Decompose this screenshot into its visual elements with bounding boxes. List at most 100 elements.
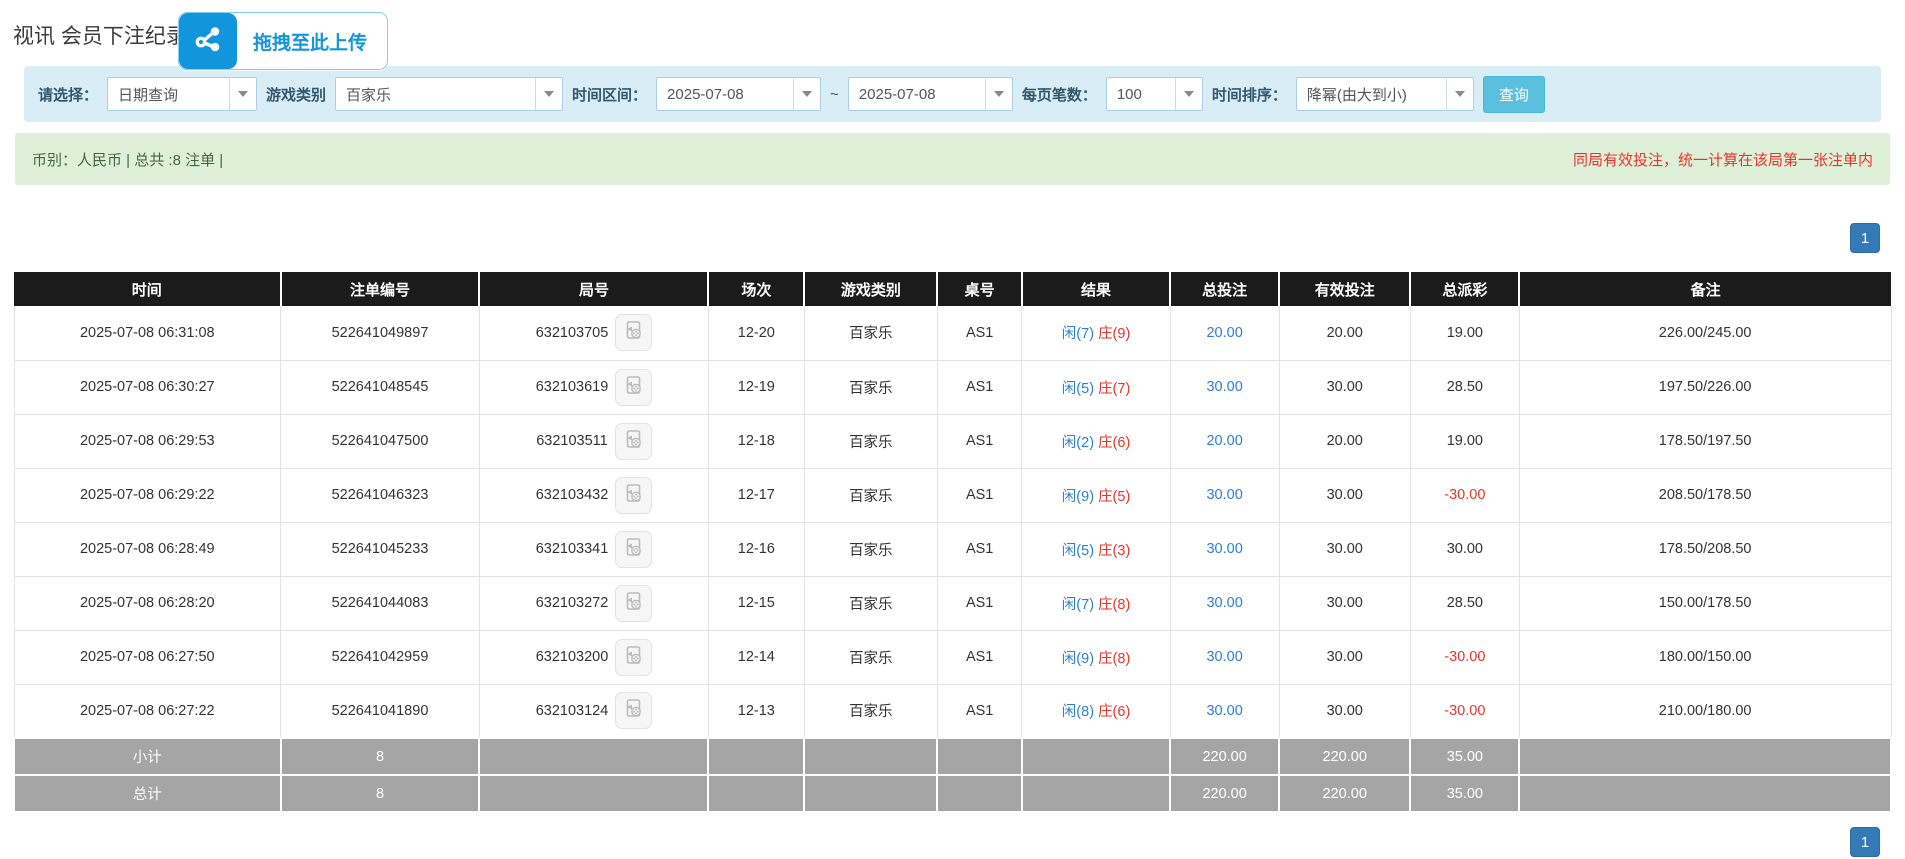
column-header-5: 游戏类别 bbox=[804, 272, 937, 306]
total-row-cell-6 bbox=[937, 775, 1021, 812]
game-type-select[interactable]: 百家乐 bbox=[335, 77, 563, 111]
table-row: 2025-07-08 06:28:20522641044083632103272… bbox=[14, 576, 1891, 630]
cell-payout: 19.00 bbox=[1410, 414, 1519, 468]
result-player: 闲(7) bbox=[1062, 597, 1094, 613]
cell-valid-bet: 20.00 bbox=[1279, 306, 1410, 360]
table-row: 2025-07-08 06:31:08522641049897 632103705… bbox=[14, 306, 1891, 360]
cell-game-type: 百家乐 bbox=[804, 468, 937, 522]
video-replay-button[interactable] bbox=[615, 477, 652, 514]
cell-game-type: 百家乐 bbox=[804, 684, 937, 738]
query-type-select[interactable]: 日期查询 bbox=[107, 77, 257, 111]
cell-bet-id: 522641045233 bbox=[281, 522, 480, 576]
query-type-dropdown-arrow[interactable] bbox=[229, 78, 256, 110]
video-replay-button[interactable] bbox=[615, 423, 652, 460]
result-banker: 庄(6) bbox=[1098, 704, 1130, 720]
page-1-button[interactable]: 1 bbox=[1850, 827, 1880, 857]
subtotal-row-cell-3 bbox=[479, 738, 708, 775]
chevron-down-icon bbox=[1184, 91, 1194, 97]
info-bar: 币别：人民币 | 总共 :8 注单 | 同局有效投注，统一计算在该局第一张注单内 bbox=[15, 133, 1890, 185]
upload-icon-box bbox=[179, 13, 237, 69]
cell-time: 2025-07-08 06:31:08 bbox=[14, 306, 281, 360]
total-bet-link[interactable]: 30.00 bbox=[1206, 487, 1242, 503]
round-number: 632103432 bbox=[536, 487, 609, 503]
date-from-select[interactable]: 2025-07-08 bbox=[656, 77, 821, 111]
total-row-cell-2: 8 bbox=[281, 775, 480, 812]
date-from-dropdown-arrow[interactable] bbox=[793, 78, 820, 110]
video-file-icon bbox=[623, 645, 644, 670]
chevron-down-icon bbox=[544, 91, 554, 97]
cell-result: 闲(8) 庄(6) bbox=[1022, 684, 1170, 738]
total-row-cell-1: 总计 bbox=[14, 775, 281, 812]
game-type-label: 游戏类别 bbox=[266, 84, 326, 105]
video-replay-button[interactable] bbox=[615, 585, 652, 622]
total-row: 总计8220.00220.0035.00 bbox=[14, 775, 1891, 812]
cell-valid-bet: 30.00 bbox=[1279, 630, 1410, 684]
page-size-select[interactable]: 100 bbox=[1106, 77, 1203, 111]
page-1-button[interactable]: 1 bbox=[1850, 223, 1880, 253]
total-row-cell-10: 35.00 bbox=[1410, 775, 1519, 812]
column-header-10: 总派彩 bbox=[1410, 272, 1519, 306]
total-row-cell-5 bbox=[804, 775, 937, 812]
cell-payout: -30.00 bbox=[1410, 630, 1519, 684]
search-button[interactable]: 查询 bbox=[1483, 76, 1545, 113]
cell-session: 12-13 bbox=[708, 684, 804, 738]
cell-time: 2025-07-08 06:29:22 bbox=[14, 468, 281, 522]
date-from-value: 2025-07-08 bbox=[657, 86, 793, 103]
video-replay-button[interactable] bbox=[615, 692, 652, 729]
video-replay-button[interactable] bbox=[615, 639, 652, 676]
total-bet-link[interactable]: 30.00 bbox=[1206, 541, 1242, 557]
total-bet-link[interactable]: 30.00 bbox=[1206, 649, 1242, 665]
table-header-row: 时间注单编号局号场次游戏类别桌号结果总投注有效投注总派彩备注 bbox=[14, 272, 1891, 306]
cell-total-bet: 20.00 bbox=[1170, 414, 1279, 468]
cell-result: 闲(7) 庄(9) bbox=[1022, 306, 1170, 360]
result-banker: 庄(9) bbox=[1098, 326, 1130, 342]
cell-game-type: 百家乐 bbox=[804, 576, 937, 630]
result-banker: 庄(5) bbox=[1098, 489, 1130, 505]
cell-payout: 28.50 bbox=[1410, 576, 1519, 630]
cell-table-no: AS1 bbox=[937, 630, 1021, 684]
currency-summary: 币别：人民币 | 总共 :8 注单 | bbox=[32, 149, 223, 170]
column-header-9: 有效投注 bbox=[1279, 272, 1410, 306]
page-size-value: 100 bbox=[1107, 86, 1175, 103]
result-player: 闲(9) bbox=[1062, 489, 1094, 505]
result-banker: 庄(3) bbox=[1098, 543, 1130, 559]
upload-dropzone[interactable]: 拖拽至此上传 bbox=[178, 12, 388, 70]
cell-bet-id: 522641048545 bbox=[281, 360, 480, 414]
page-size-dropdown-arrow[interactable] bbox=[1175, 78, 1202, 110]
cell-payout: -30.00 bbox=[1410, 468, 1519, 522]
video-file-icon bbox=[623, 537, 644, 562]
total-bet-link[interactable]: 20.00 bbox=[1206, 325, 1242, 341]
video-replay-button[interactable] bbox=[615, 369, 652, 406]
cell-valid-bet: 30.00 bbox=[1279, 468, 1410, 522]
result-player: 闲(8) bbox=[1062, 704, 1094, 720]
cell-round: 632103341 bbox=[479, 522, 708, 576]
total-bet-link[interactable]: 30.00 bbox=[1206, 703, 1242, 719]
table-row: 2025-07-08 06:28:49522641045233632103341… bbox=[14, 522, 1891, 576]
result-player: 闲(5) bbox=[1062, 381, 1094, 397]
sort-label: 时间排序： bbox=[1212, 84, 1287, 105]
cell-bet-id: 522641046323 bbox=[281, 468, 480, 522]
total-bet-link[interactable]: 30.00 bbox=[1206, 379, 1242, 395]
cell-total-bet: 20.00 bbox=[1170, 306, 1279, 360]
cell-payout: 28.50 bbox=[1410, 360, 1519, 414]
total-row-cell-4 bbox=[708, 775, 804, 812]
subtotal-row-cell-6 bbox=[937, 738, 1021, 775]
subtotal-row-cell-5 bbox=[804, 738, 937, 775]
cell-session: 12-20 bbox=[708, 306, 804, 360]
video-replay-button[interactable] bbox=[615, 531, 652, 568]
cell-game-type: 百家乐 bbox=[804, 306, 937, 360]
sort-select[interactable]: 降幂(由大到小) bbox=[1296, 77, 1474, 111]
sort-dropdown-arrow[interactable] bbox=[1446, 78, 1473, 110]
subtotal-row-cell-7 bbox=[1022, 738, 1170, 775]
cell-round: 632103511 bbox=[479, 414, 708, 468]
game-type-dropdown-arrow[interactable] bbox=[535, 78, 562, 110]
total-bet-link[interactable]: 20.00 bbox=[1206, 433, 1242, 449]
date-to-select[interactable]: 2025-07-08 bbox=[848, 77, 1013, 111]
round-number: 632103705 bbox=[536, 325, 609, 341]
cell-note: 180.00/150.00 bbox=[1519, 630, 1891, 684]
video-replay-button[interactable] bbox=[615, 314, 652, 351]
cell-table-no: AS1 bbox=[937, 414, 1021, 468]
cell-bet-id: 522641049897 bbox=[281, 306, 480, 360]
total-bet-link[interactable]: 30.00 bbox=[1206, 595, 1242, 611]
date-to-dropdown-arrow[interactable] bbox=[985, 78, 1012, 110]
